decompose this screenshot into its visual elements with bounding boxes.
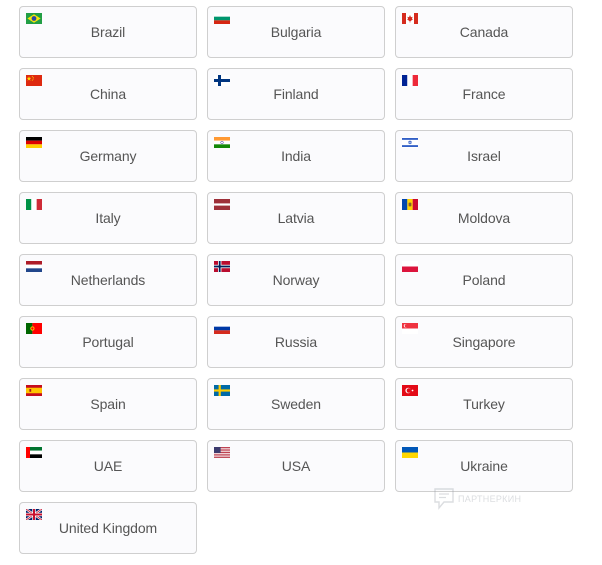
country-card-canada[interactable]: Canada [395, 6, 573, 58]
country-card-spain[interactable]: Spain [19, 378, 197, 430]
country-card-russia[interactable]: Russia [207, 316, 385, 368]
country-card-singapore[interactable]: Singapore [395, 316, 573, 368]
country-card-china[interactable]: China [19, 68, 197, 120]
country-label: Canada [459, 24, 509, 40]
country-card-netherlands[interactable]: Netherlands [19, 254, 197, 306]
country-label: China [89, 86, 127, 102]
country-card-israel[interactable]: Israel [395, 130, 573, 182]
country-card-portugal[interactable]: Portugal [19, 316, 197, 368]
country-card-bulgaria[interactable]: Bulgaria [207, 6, 385, 58]
country-card-india[interactable]: India [207, 130, 385, 182]
country-label: Poland [462, 272, 506, 288]
country-card-ukraine[interactable]: Ukraine [395, 440, 573, 492]
country-label: Russia [274, 334, 318, 350]
country-label: Brazil [90, 24, 126, 40]
country-card-germany[interactable]: Germany [19, 130, 197, 182]
country-label: Bulgaria [270, 24, 322, 40]
country-label: Latvia [277, 210, 315, 226]
country-label: Netherlands [70, 272, 146, 288]
country-card-sweden[interactable]: Sweden [207, 378, 385, 430]
country-label: Israel [467, 148, 501, 164]
country-label: Norway [272, 272, 320, 288]
country-label: France [462, 86, 506, 102]
country-card-poland[interactable]: Poland [395, 254, 573, 306]
watermark-text: ПАРТНЕРКИН [458, 494, 522, 504]
country-card-usa[interactable]: USA [207, 440, 385, 492]
country-label: Finland [273, 86, 319, 102]
country-card-united-kingdom[interactable]: United Kingdom [19, 502, 197, 554]
country-label: Portugal [82, 334, 134, 350]
country-card-uae[interactable]: UAE [19, 440, 197, 492]
country-label: United Kingdom [58, 520, 158, 536]
country-card-latvia[interactable]: Latvia [207, 192, 385, 244]
country-label: UAE [93, 458, 123, 474]
country-label: Spain [90, 396, 126, 412]
country-label: Italy [95, 210, 121, 226]
country-label: Singapore [452, 334, 516, 350]
watermark: ПАРТНЕРКИН [433, 487, 521, 511]
country-label: USA [281, 458, 311, 474]
chat-bubble-icon [434, 488, 454, 510]
country-grid: Brazil Bulgaria Canada China Finland Fra… [19, 6, 573, 554]
country-label: Moldova [457, 210, 511, 226]
country-label: Germany [79, 148, 137, 164]
country-card-turkey[interactable]: Turkey [395, 378, 573, 430]
country-label: Sweden [271, 396, 321, 412]
country-card-norway[interactable]: Norway [207, 254, 385, 306]
country-card-brazil[interactable]: Brazil [19, 6, 197, 58]
country-card-italy[interactable]: Italy [19, 192, 197, 244]
country-card-moldova[interactable]: Moldova [395, 192, 573, 244]
country-card-finland[interactable]: Finland [207, 68, 385, 120]
country-card-france[interactable]: France [395, 68, 573, 120]
country-label: India [281, 148, 311, 164]
country-label: Ukraine [460, 458, 508, 474]
country-label: Turkey [463, 396, 505, 412]
